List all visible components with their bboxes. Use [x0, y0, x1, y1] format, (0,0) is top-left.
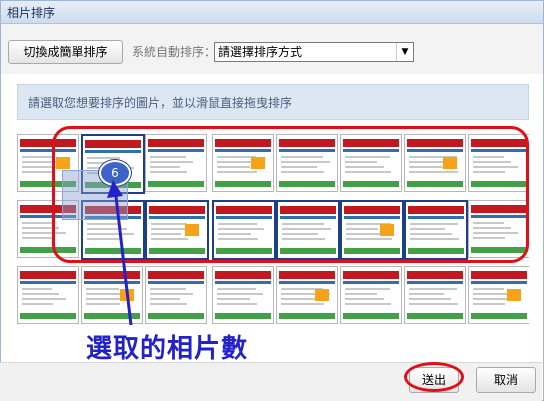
photo-thumbnail[interactable]	[145, 266, 207, 324]
cancel-button[interactable]: 取消	[476, 367, 536, 393]
submit-highlight	[404, 362, 464, 392]
photo-thumbnail[interactable]	[468, 266, 529, 324]
photo-thumbnail[interactable]	[81, 266, 143, 324]
sort-method-value: 請選擇排序方式	[218, 45, 303, 59]
photo-thumbnail[interactable]	[212, 266, 274, 324]
photo-thumbnail[interactable]	[340, 266, 402, 324]
photo-thumbnail[interactable]	[17, 266, 79, 324]
sort-method-select[interactable]: 請選擇排序方式 ▼	[214, 42, 414, 62]
photo-thumbnail[interactable]	[276, 266, 338, 324]
dialog-titlebar: 相片排序	[1, 1, 543, 24]
switch-simple-sort-button[interactable]: 切換成簡單排序	[8, 40, 123, 64]
instruction-text: 請選取您想要排序的圖片，並以滑鼠直接拖曳排序	[28, 96, 293, 110]
selected-count-badge: 6	[99, 160, 131, 186]
chevron-down-icon[interactable]: ▼	[396, 43, 413, 61]
photo-thumbnail[interactable]	[404, 266, 466, 324]
dialog-title: 相片排序	[7, 6, 56, 20]
auto-sort-label: 系統自動排序：	[132, 45, 217, 59]
annotation-label: 選取的相片數	[86, 334, 249, 364]
instruction-banner: 請選取您想要排序的圖片，並以滑鼠直接拖曳排序	[17, 84, 529, 120]
